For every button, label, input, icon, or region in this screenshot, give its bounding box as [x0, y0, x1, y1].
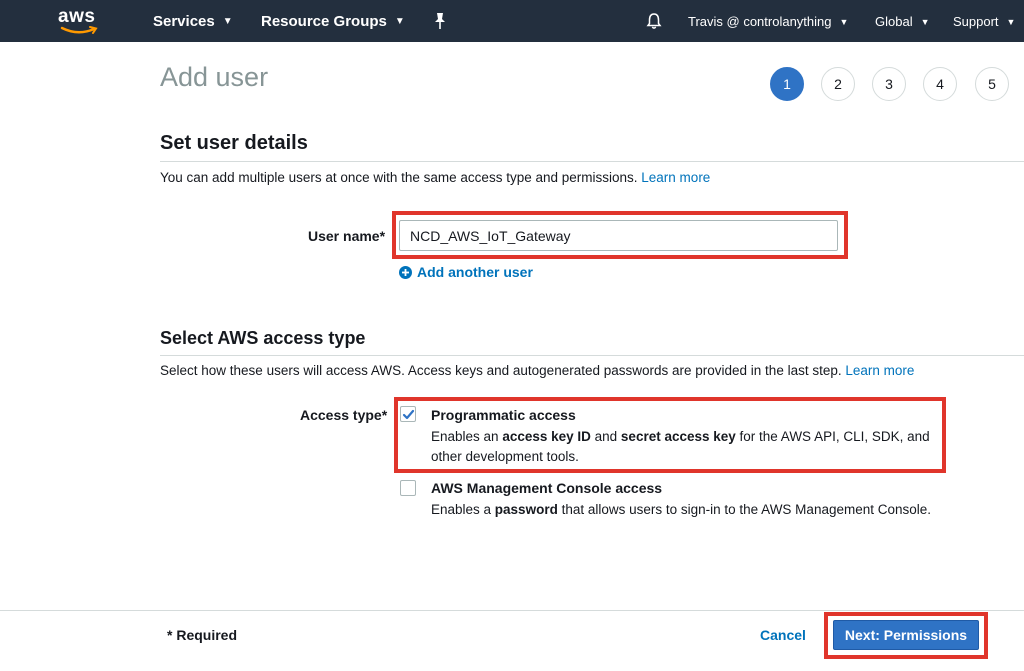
section-divider: [160, 161, 1024, 162]
support-label: Support: [953, 14, 999, 29]
chevron-down-icon: ▼: [222, 16, 233, 27]
highlight-box-user-name: [392, 211, 848, 259]
console-access-title: AWS Management Console access: [431, 480, 663, 496]
account-label: Travis @ controlanything: [688, 14, 832, 29]
support-menu[interactable]: Support ▼: [953, 14, 1015, 29]
cancel-button[interactable]: Cancel: [760, 627, 806, 643]
access-type-title: Select AWS access type: [160, 328, 366, 348]
region-menu[interactable]: Global ▼: [875, 14, 930, 29]
page-title: Add user: [160, 62, 269, 92]
chevron-down-icon: ▼: [1006, 17, 1016, 27]
footer-divider: [0, 610, 1024, 611]
learn-more-link[interactable]: Learn more: [845, 363, 914, 378]
step-4[interactable]: 4: [923, 67, 957, 101]
pin-icon[interactable]: [432, 12, 448, 35]
required-note: * Required: [167, 627, 238, 643]
step-5[interactable]: 5: [975, 67, 1009, 101]
access-type-label: Access type*: [300, 407, 388, 423]
aws-logo[interactable]: aws: [58, 6, 102, 36]
user-details-title: Set user details: [160, 132, 308, 154]
bell-icon[interactable]: [645, 12, 663, 35]
services-label: Services: [153, 13, 215, 30]
aws-smile-icon: [60, 26, 98, 34]
resource-groups-menu[interactable]: Resource Groups ▼: [261, 13, 405, 30]
section-divider: [160, 355, 1024, 356]
resource-groups-label: Resource Groups: [261, 13, 387, 30]
top-nav-bar: aws Services ▼ Resource Groups ▼ Travis @ …: [0, 0, 1024, 42]
account-menu[interactable]: Travis @ controlanything ▼: [688, 14, 848, 29]
learn-more-link[interactable]: Learn more: [641, 170, 710, 185]
console-access-checkbox[interactable]: [400, 480, 416, 496]
step-3[interactable]: 3: [872, 67, 906, 101]
step-1[interactable]: 1: [770, 67, 804, 101]
highlight-box-next-button: [824, 612, 988, 659]
chevron-down-icon: ▼: [920, 17, 930, 27]
console-access-description: Enables a password that allows users to …: [431, 502, 932, 517]
user-name-label: User name*: [308, 228, 386, 244]
user-details-description-text: You can add multiple users at once with …: [160, 170, 638, 185]
access-type-description: Select how these users will access AWS. …: [160, 363, 914, 378]
services-menu[interactable]: Services ▼: [153, 13, 233, 30]
aws-logo-text: aws: [58, 6, 96, 27]
plus-circle-icon: [399, 266, 412, 279]
highlight-box-programmatic-access: [394, 397, 946, 473]
step-2[interactable]: 2: [821, 67, 855, 101]
chevron-down-icon: ▼: [394, 16, 405, 27]
user-details-description: You can add multiple users at once with …: [160, 170, 710, 185]
add-another-user-label: Add another user: [417, 264, 533, 280]
access-type-description-text: Select how these users will access AWS. …: [160, 363, 842, 378]
region-label: Global: [875, 14, 913, 29]
add-another-user-link[interactable]: Add another user: [399, 264, 533, 280]
chevron-down-icon: ▼: [839, 17, 849, 27]
